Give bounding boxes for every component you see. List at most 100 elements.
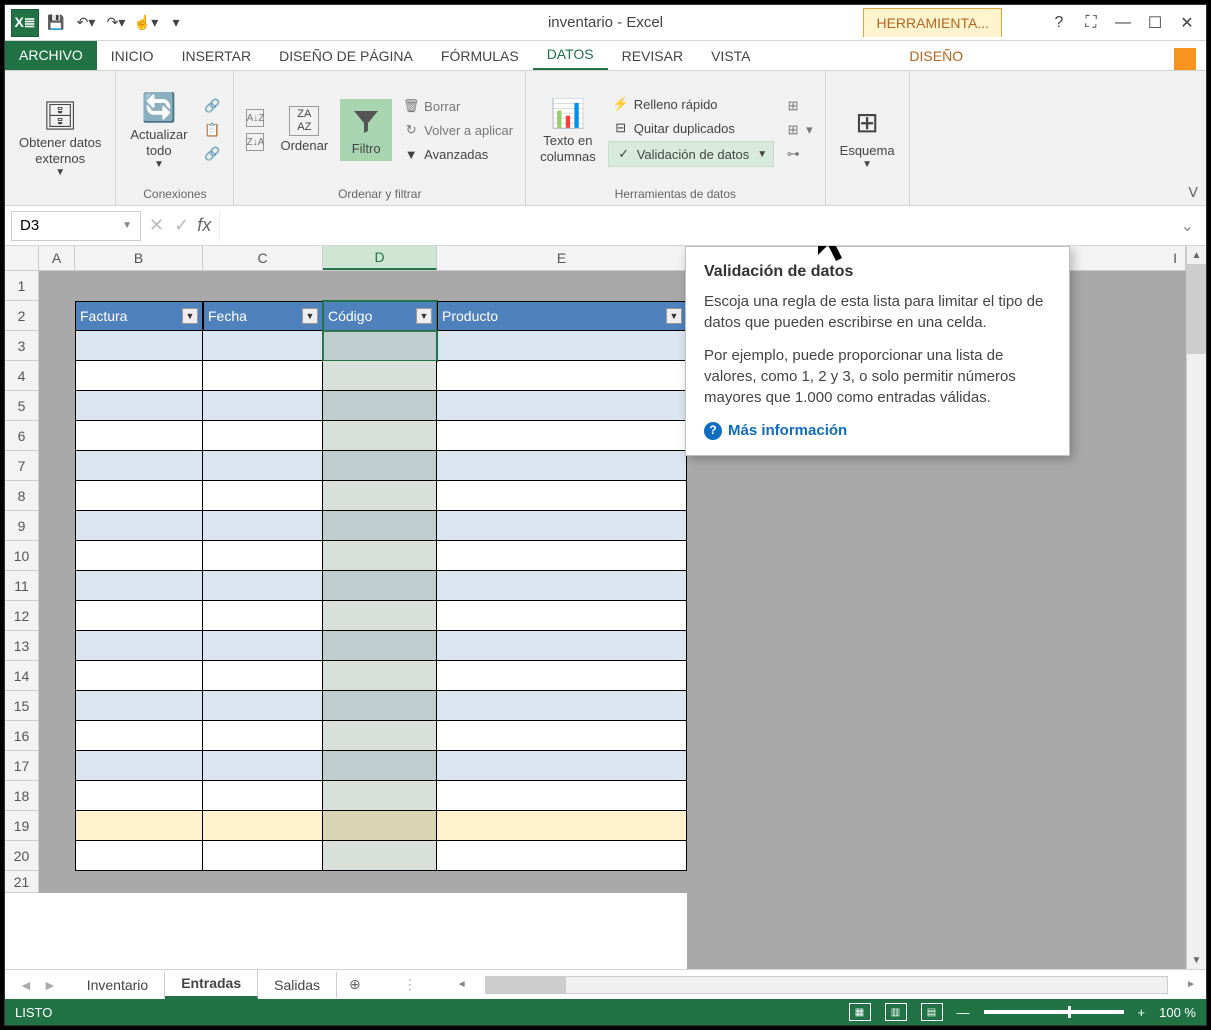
- hscroll-thumb[interactable]: [486, 977, 566, 993]
- table-cell[interactable]: [75, 481, 203, 511]
- table-cell[interactable]: [203, 541, 323, 571]
- relationships-button[interactable]: ⊶: [780, 143, 817, 165]
- table-cell[interactable]: [203, 391, 323, 421]
- sheet-tab-salidas[interactable]: Salidas: [258, 972, 337, 998]
- table-cell[interactable]: [323, 541, 437, 571]
- text-to-columns-button[interactable]: 📊 Texto en columnas: [534, 91, 602, 168]
- data-validation-button[interactable]: ✓Validación de datos▼: [608, 141, 774, 167]
- row-header[interactable]: 12: [5, 601, 39, 631]
- table-cell[interactable]: [203, 631, 323, 661]
- table-cell[interactable]: [437, 421, 687, 451]
- table-cell[interactable]: [203, 841, 323, 871]
- vertical-scrollbar[interactable]: ▲ ▼: [1186, 246, 1206, 969]
- table-cell[interactable]: [203, 691, 323, 721]
- table-cell[interactable]: [437, 361, 687, 391]
- row-header[interactable]: 2: [5, 301, 39, 331]
- tab-data[interactable]: DATOS: [533, 40, 608, 70]
- outline-button[interactable]: ⊞ Esquema ▼: [834, 101, 901, 175]
- table-cell[interactable]: [203, 451, 323, 481]
- row-header[interactable]: 9: [5, 511, 39, 541]
- page-break-view-icon[interactable]: ▤: [921, 1003, 943, 1021]
- remove-duplicates-button[interactable]: ⊟Quitar duplicados: [608, 117, 774, 139]
- table-cell[interactable]: [323, 571, 437, 601]
- table-cell[interactable]: [75, 541, 203, 571]
- reapply-filter-button[interactable]: ↻Volver a aplicar: [398, 119, 517, 141]
- hscroll-right-icon[interactable]: ►: [1186, 979, 1196, 990]
- sheet-tab-inventario[interactable]: Inventario: [71, 972, 165, 998]
- table-cell[interactable]: [75, 391, 203, 421]
- table-cell[interactable]: [75, 811, 203, 841]
- table-cell[interactable]: [437, 631, 687, 661]
- normal-view-icon[interactable]: ▦: [849, 1003, 871, 1021]
- tooltip-more-info[interactable]: ? Más información: [704, 420, 1051, 441]
- table-cell[interactable]: [437, 391, 687, 421]
- row-header[interactable]: 4: [5, 361, 39, 391]
- sheet-nav-next-icon[interactable]: ►: [43, 977, 57, 993]
- accept-formula-icon[interactable]: ✓: [174, 215, 189, 236]
- table-cell[interactable]: [75, 691, 203, 721]
- table-cell[interactable]: [437, 811, 687, 841]
- get-external-data-button[interactable]: 🗄 Obtener datos externos ▼: [13, 93, 107, 182]
- table-cell[interactable]: [203, 781, 323, 811]
- table-cell[interactable]: [75, 511, 203, 541]
- table-cell[interactable]: [437, 841, 687, 871]
- table-cell[interactable]: [75, 331, 203, 361]
- table-cell[interactable]: [437, 451, 687, 481]
- table-cell[interactable]: [203, 331, 323, 361]
- row-header[interactable]: 5: [5, 391, 39, 421]
- table-cell[interactable]: [323, 811, 437, 841]
- row-header[interactable]: 21: [5, 871, 39, 893]
- horizontal-scrollbar[interactable]: ◄ ►: [447, 976, 1206, 994]
- table-cell[interactable]: [203, 361, 323, 391]
- table-cell[interactable]: [203, 421, 323, 451]
- table-cell[interactable]: [323, 691, 437, 721]
- cancel-formula-icon[interactable]: ✕: [149, 215, 164, 236]
- table-header[interactable]: Producto▼: [437, 301, 687, 331]
- table-cell[interactable]: [323, 751, 437, 781]
- table-cell[interactable]: [203, 751, 323, 781]
- table-cell[interactable]: [203, 601, 323, 631]
- tab-page-layout[interactable]: DISEÑO DE PÁGINA: [265, 42, 427, 70]
- row-header[interactable]: 7: [5, 451, 39, 481]
- table-cell[interactable]: [323, 481, 437, 511]
- table-cell[interactable]: [437, 541, 687, 571]
- redo-icon[interactable]: ↷▾: [103, 10, 129, 36]
- table-cell[interactable]: [75, 451, 203, 481]
- table-cell[interactable]: [203, 571, 323, 601]
- table-cell[interactable]: [437, 751, 687, 781]
- table-cell[interactable]: [323, 451, 437, 481]
- zoom-level[interactable]: 100 %: [1159, 1005, 1196, 1020]
- fx-icon[interactable]: fx: [197, 215, 211, 236]
- row-header[interactable]: 1: [5, 271, 39, 301]
- table-cell[interactable]: [75, 841, 203, 871]
- clear-filter-button[interactable]: 🗑Borrar: [398, 95, 517, 117]
- collapse-ribbon-icon[interactable]: ᐯ: [1188, 184, 1198, 201]
- table-cell[interactable]: [437, 511, 687, 541]
- table-cell[interactable]: [323, 331, 437, 361]
- table-cell[interactable]: [323, 601, 437, 631]
- table-cell[interactable]: [437, 661, 687, 691]
- whatif-button[interactable]: ⊞▾: [780, 119, 817, 141]
- table-cell[interactable]: [75, 721, 203, 751]
- row-header[interactable]: 14: [5, 661, 39, 691]
- filter-dropdown-icon[interactable]: ▼: [302, 308, 318, 324]
- edit-links-button[interactable]: 🔗: [199, 143, 225, 165]
- help-icon[interactable]: ?: [1044, 10, 1074, 36]
- table-cell[interactable]: [323, 421, 437, 451]
- col-header-c[interactable]: C: [203, 246, 323, 270]
- table-cell[interactable]: [437, 481, 687, 511]
- table-cell[interactable]: [437, 721, 687, 751]
- table-cell[interactable]: [75, 421, 203, 451]
- table-cell[interactable]: [203, 511, 323, 541]
- table-cell[interactable]: [203, 811, 323, 841]
- minimize-icon[interactable]: —: [1108, 10, 1138, 36]
- table-cell[interactable]: [75, 631, 203, 661]
- excel-icon[interactable]: X≣: [11, 9, 39, 37]
- refresh-all-button[interactable]: 🔄 Actualizar todo ▼: [124, 85, 193, 174]
- row-header[interactable]: 19: [5, 811, 39, 841]
- table-cell[interactable]: [437, 691, 687, 721]
- expand-formula-icon[interactable]: ⌄: [1175, 216, 1200, 236]
- consolidate-button[interactable]: ⊞: [780, 95, 817, 117]
- customize-qat-icon[interactable]: ▾: [163, 10, 189, 36]
- page-layout-view-icon[interactable]: ▥: [885, 1003, 907, 1021]
